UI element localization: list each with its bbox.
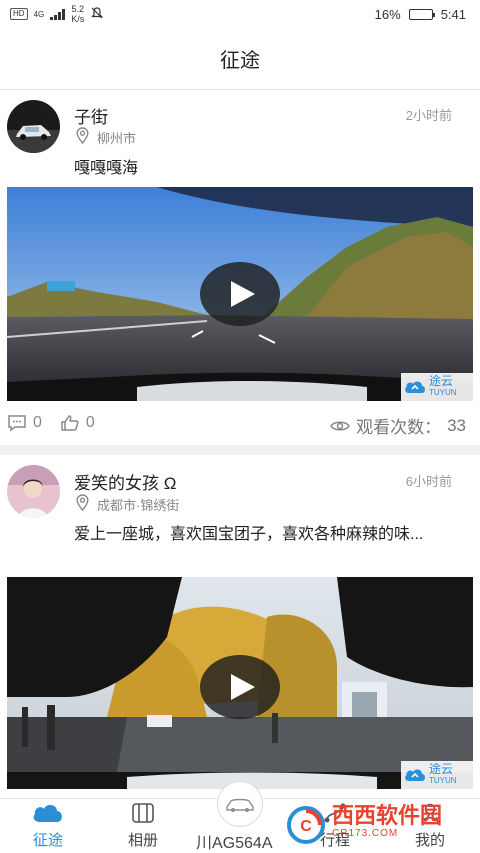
signal-icon xyxy=(50,8,66,20)
video-brand-badge: 途云 TUYUN xyxy=(401,761,473,789)
status-left: HD 4G 5.2 K/s xyxy=(10,4,104,24)
view-stat: 观看次数： 33 xyxy=(330,413,466,438)
play-icon xyxy=(231,674,255,700)
battery-percent: 16% xyxy=(374,6,401,22)
network-speed: 5.2 K/s xyxy=(71,4,84,24)
watermark-en: CR173.COM xyxy=(332,828,399,839)
post-header: 爱笑的女孩 Ω 6小时前 成都市·锦绣街 xyxy=(0,455,480,518)
brand-name-cn: 途云 xyxy=(429,374,454,388)
feed[interactable]: 子街 2小时前 柳州市 嘎嘎嘎海 2019-12-12 14:4 途云 TUYU… xyxy=(0,91,480,789)
watermark-text: 西西软件园 CR173.COM xyxy=(332,803,443,843)
battery-icon xyxy=(408,8,435,20)
mute-icon xyxy=(90,6,104,23)
video-timestamp: 2019-12-12 14:4 xyxy=(227,388,318,399)
watermark-logo-icon: C xyxy=(287,806,325,844)
post-header: 子街 2小时前 柳州市 xyxy=(0,91,480,153)
comment-icon xyxy=(8,415,26,432)
album-icon xyxy=(130,801,156,825)
user-name[interactable]: 子街 xyxy=(74,103,108,128)
play-button[interactable] xyxy=(200,262,280,326)
app-header: 征途 xyxy=(0,28,480,90)
location-pin-icon xyxy=(76,494,89,514)
post-text: 爱上一座城，喜欢国宝团子，喜欢各种麻辣的味... xyxy=(74,526,424,543)
comment-stat[interactable]: 0 xyxy=(7,414,42,432)
license-plate[interactable]: 川AG564A xyxy=(196,829,273,853)
avatar[interactable] xyxy=(7,100,60,153)
speed-value: 5.2 xyxy=(71,4,84,14)
avatar[interactable] xyxy=(7,465,60,518)
play-button[interactable] xyxy=(200,655,280,719)
location-row: 成都市·锦绣街 xyxy=(76,494,179,514)
clock: 5:41 xyxy=(440,6,466,22)
nav-item-album[interactable]: 相册 xyxy=(108,799,178,853)
like-stat[interactable]: 0 xyxy=(60,414,95,432)
user-name[interactable]: 爱笑的女孩 Ω xyxy=(74,469,176,494)
location-text: 柳州市 xyxy=(97,130,137,146)
nav-label: 征途 xyxy=(32,832,63,849)
post-text: 嘎嘎嘎海 xyxy=(74,160,139,177)
center-car-button[interactable] xyxy=(217,781,263,827)
brand-name-en: TUYUN xyxy=(429,388,457,397)
tuyun-logo-icon xyxy=(405,381,425,393)
cloud-icon xyxy=(31,801,65,825)
view-label: 观看次数： xyxy=(356,418,442,437)
status-bar: HD 4G 5.2 K/s 16% 5:41 xyxy=(0,0,480,28)
status-right: 16% 5:41 xyxy=(375,7,466,22)
post-stats: 0 0 观看次数： 33 xyxy=(0,401,480,445)
tuyun-logo-icon xyxy=(405,769,425,781)
hd-badge: HD xyxy=(10,8,28,20)
nav-item-journey[interactable]: 征途 xyxy=(13,799,83,853)
nav-label: 相册 xyxy=(127,832,158,849)
svg-text:C: C xyxy=(300,818,312,835)
post-card[interactable]: 爱笑的女孩 Ω 6小时前 成都市·锦绣街 爱上一座城，喜欢国宝团子，喜欢各种麻辣… xyxy=(0,455,480,789)
brand-name-cn: 途云 xyxy=(429,762,454,776)
post-time: 6小时前 xyxy=(405,474,452,489)
location-text: 成都市·锦绣街 xyxy=(97,497,180,513)
car-icon xyxy=(226,798,254,812)
video-player[interactable]: 2019-12-12 14:4 途云 TUYUN xyxy=(7,187,473,401)
view-count: 33 xyxy=(447,415,466,435)
video-brand-badge: 途云 TUYUN xyxy=(401,373,473,401)
eye-icon xyxy=(330,421,350,430)
post-time: 2小时前 xyxy=(405,108,452,123)
video-player[interactable]: 途云 TUYUN xyxy=(7,577,473,789)
brand-text: 途云 TUYUN xyxy=(429,762,457,786)
speed-unit: K/s xyxy=(71,14,85,24)
brand-text: 途云 TUYUN xyxy=(429,374,457,398)
network-type: 4G xyxy=(33,9,45,19)
watermark-cn: 西西软件园 xyxy=(332,803,443,828)
location-row: 柳州市 xyxy=(76,127,136,147)
comment-count: 0 xyxy=(33,414,42,431)
brand-name-en: TUYUN xyxy=(429,776,457,785)
like-count: 0 xyxy=(85,414,95,431)
post-card[interactable]: 子街 2小时前 柳州市 嘎嘎嘎海 2019-12-12 14:4 途云 TUYU… xyxy=(0,91,480,455)
play-icon xyxy=(231,281,255,307)
thumbs-up-icon xyxy=(61,415,79,431)
page-title: 征途 xyxy=(220,50,260,72)
post-divider xyxy=(0,445,480,455)
site-watermark: C 西西软件园 CR173.COM xyxy=(282,800,480,850)
location-pin-icon xyxy=(76,127,89,147)
